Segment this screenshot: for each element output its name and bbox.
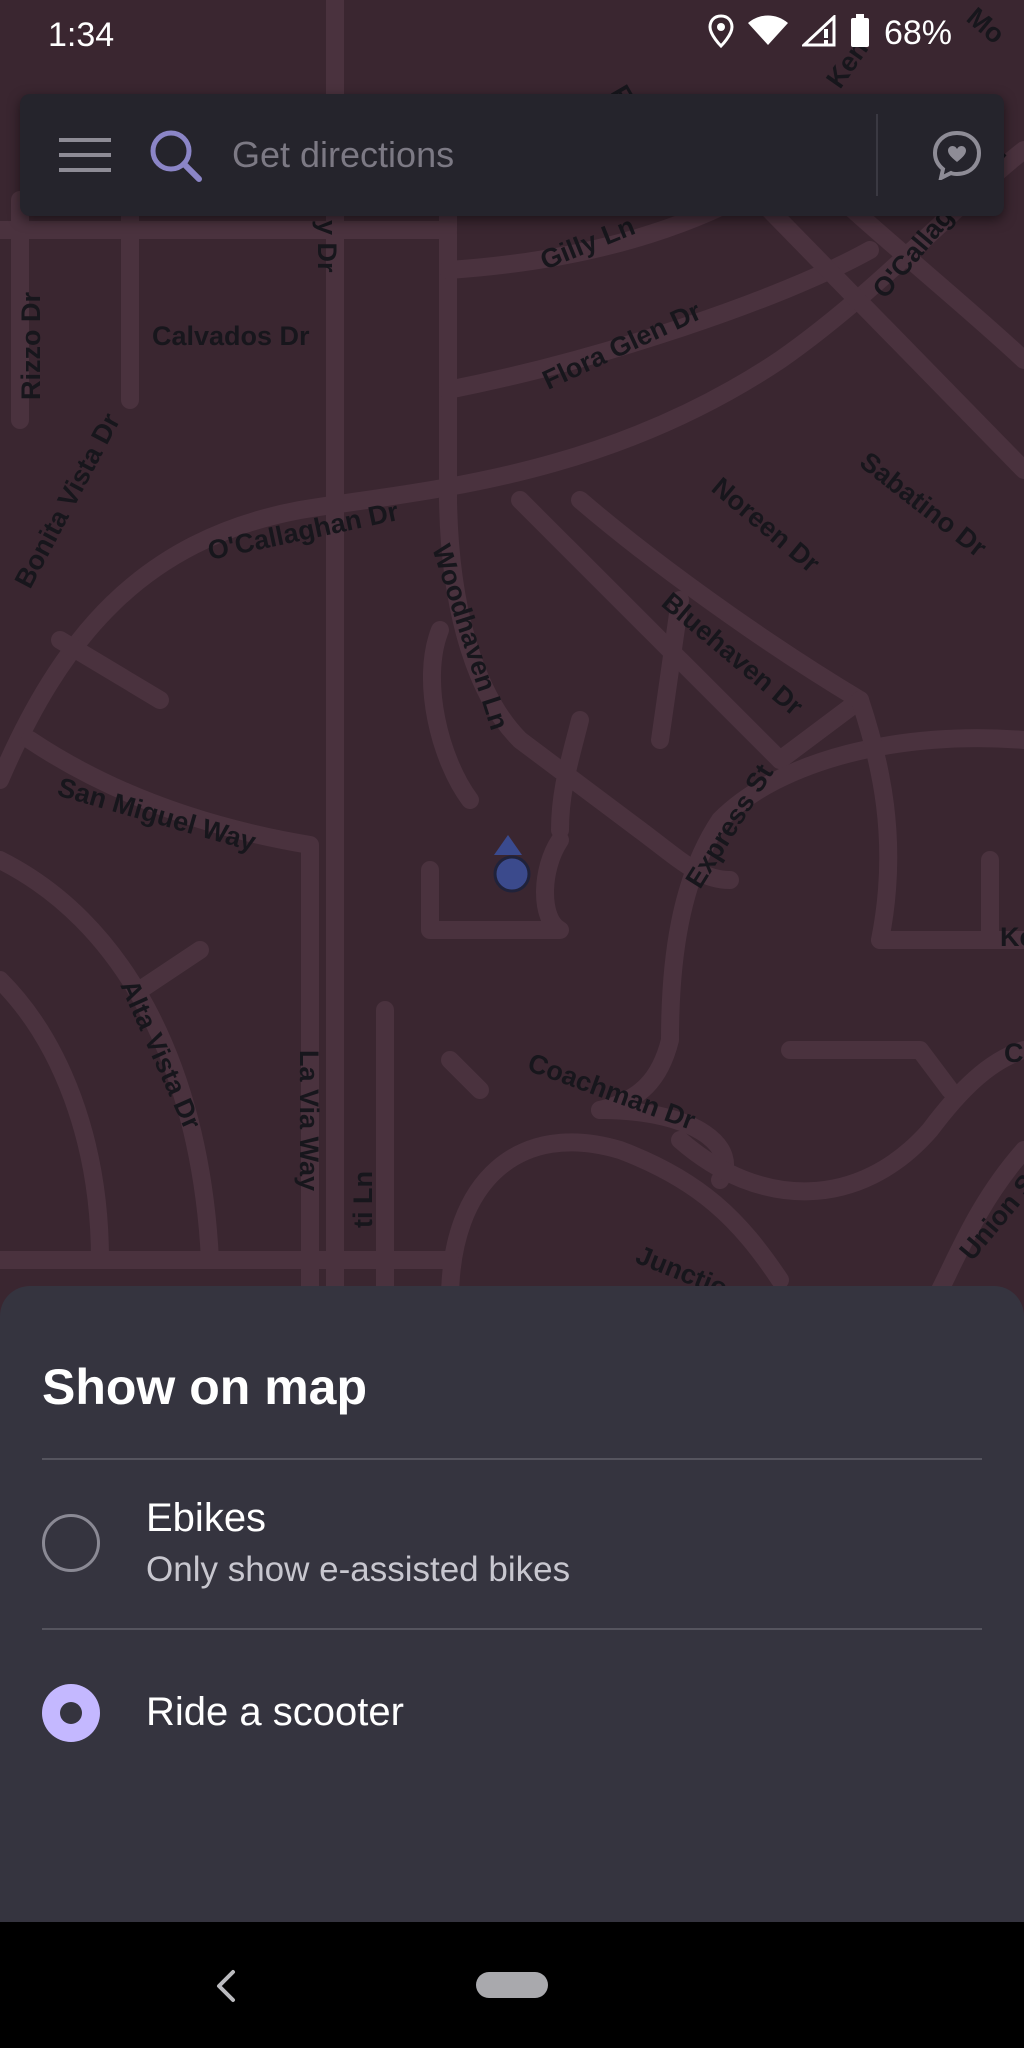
search-divider	[876, 114, 878, 196]
home-pill-icon[interactable]	[476, 1972, 548, 1998]
back-button[interactable]	[206, 1958, 246, 2014]
option-ride-scooter[interactable]: Ride a scooter	[0, 1632, 1024, 1792]
status-icons: 68%	[708, 13, 952, 53]
divider	[42, 1628, 982, 1630]
hamburger-menu-icon	[59, 138, 111, 172]
street-label: Ke	[1000, 922, 1024, 952]
status-bar: 1:34 68%	[0, 0, 1024, 72]
menu-button[interactable]	[50, 120, 120, 190]
app-screen: Rizzo Dr Calvados Dr y Dr Gilly Ln Flora…	[0, 0, 1024, 2048]
option-sublabel: Only show e-assisted bikes	[146, 1550, 571, 1589]
divider	[42, 1458, 982, 1460]
option-ebikes[interactable]: Ebikes Only show e-assisted bikes	[0, 1462, 1024, 1622]
show-on-map-sheet: Show on map Ebikes Only show e-assisted …	[0, 1286, 1024, 1922]
scooter-radio[interactable]	[42, 1684, 100, 1742]
ebikes-radio[interactable]	[42, 1514, 100, 1572]
search-input[interactable]	[230, 124, 874, 186]
cell-signal-icon	[800, 13, 836, 52]
status-time: 1:34	[48, 16, 115, 54]
chat-heart-icon	[932, 130, 982, 180]
option-label: Ebikes	[146, 1496, 267, 1540]
search-icon	[148, 128, 204, 189]
street-label: La Via Way	[294, 1050, 324, 1191]
back-chevron-icon	[217, 1970, 235, 2002]
sheet-title: Show on map	[42, 1359, 367, 1415]
battery-icon	[850, 14, 870, 53]
location-icon	[708, 14, 734, 53]
street-label: C	[1004, 1038, 1024, 1068]
street-label: Rizzo Dr	[16, 292, 46, 400]
search-bar	[20, 94, 1004, 216]
radio-selected-dot	[60, 1702, 82, 1724]
street-label: y Dr	[312, 220, 342, 273]
system-nav-bar	[0, 1922, 1024, 2048]
battery-percent: 68%	[883, 14, 952, 52]
option-label: Ride a scooter	[146, 1690, 404, 1734]
wifi-icon	[747, 15, 788, 52]
street-label: Calvados Dr	[152, 321, 310, 351]
chat-button[interactable]	[920, 118, 994, 192]
street-label: ti Ln	[348, 1171, 378, 1228]
